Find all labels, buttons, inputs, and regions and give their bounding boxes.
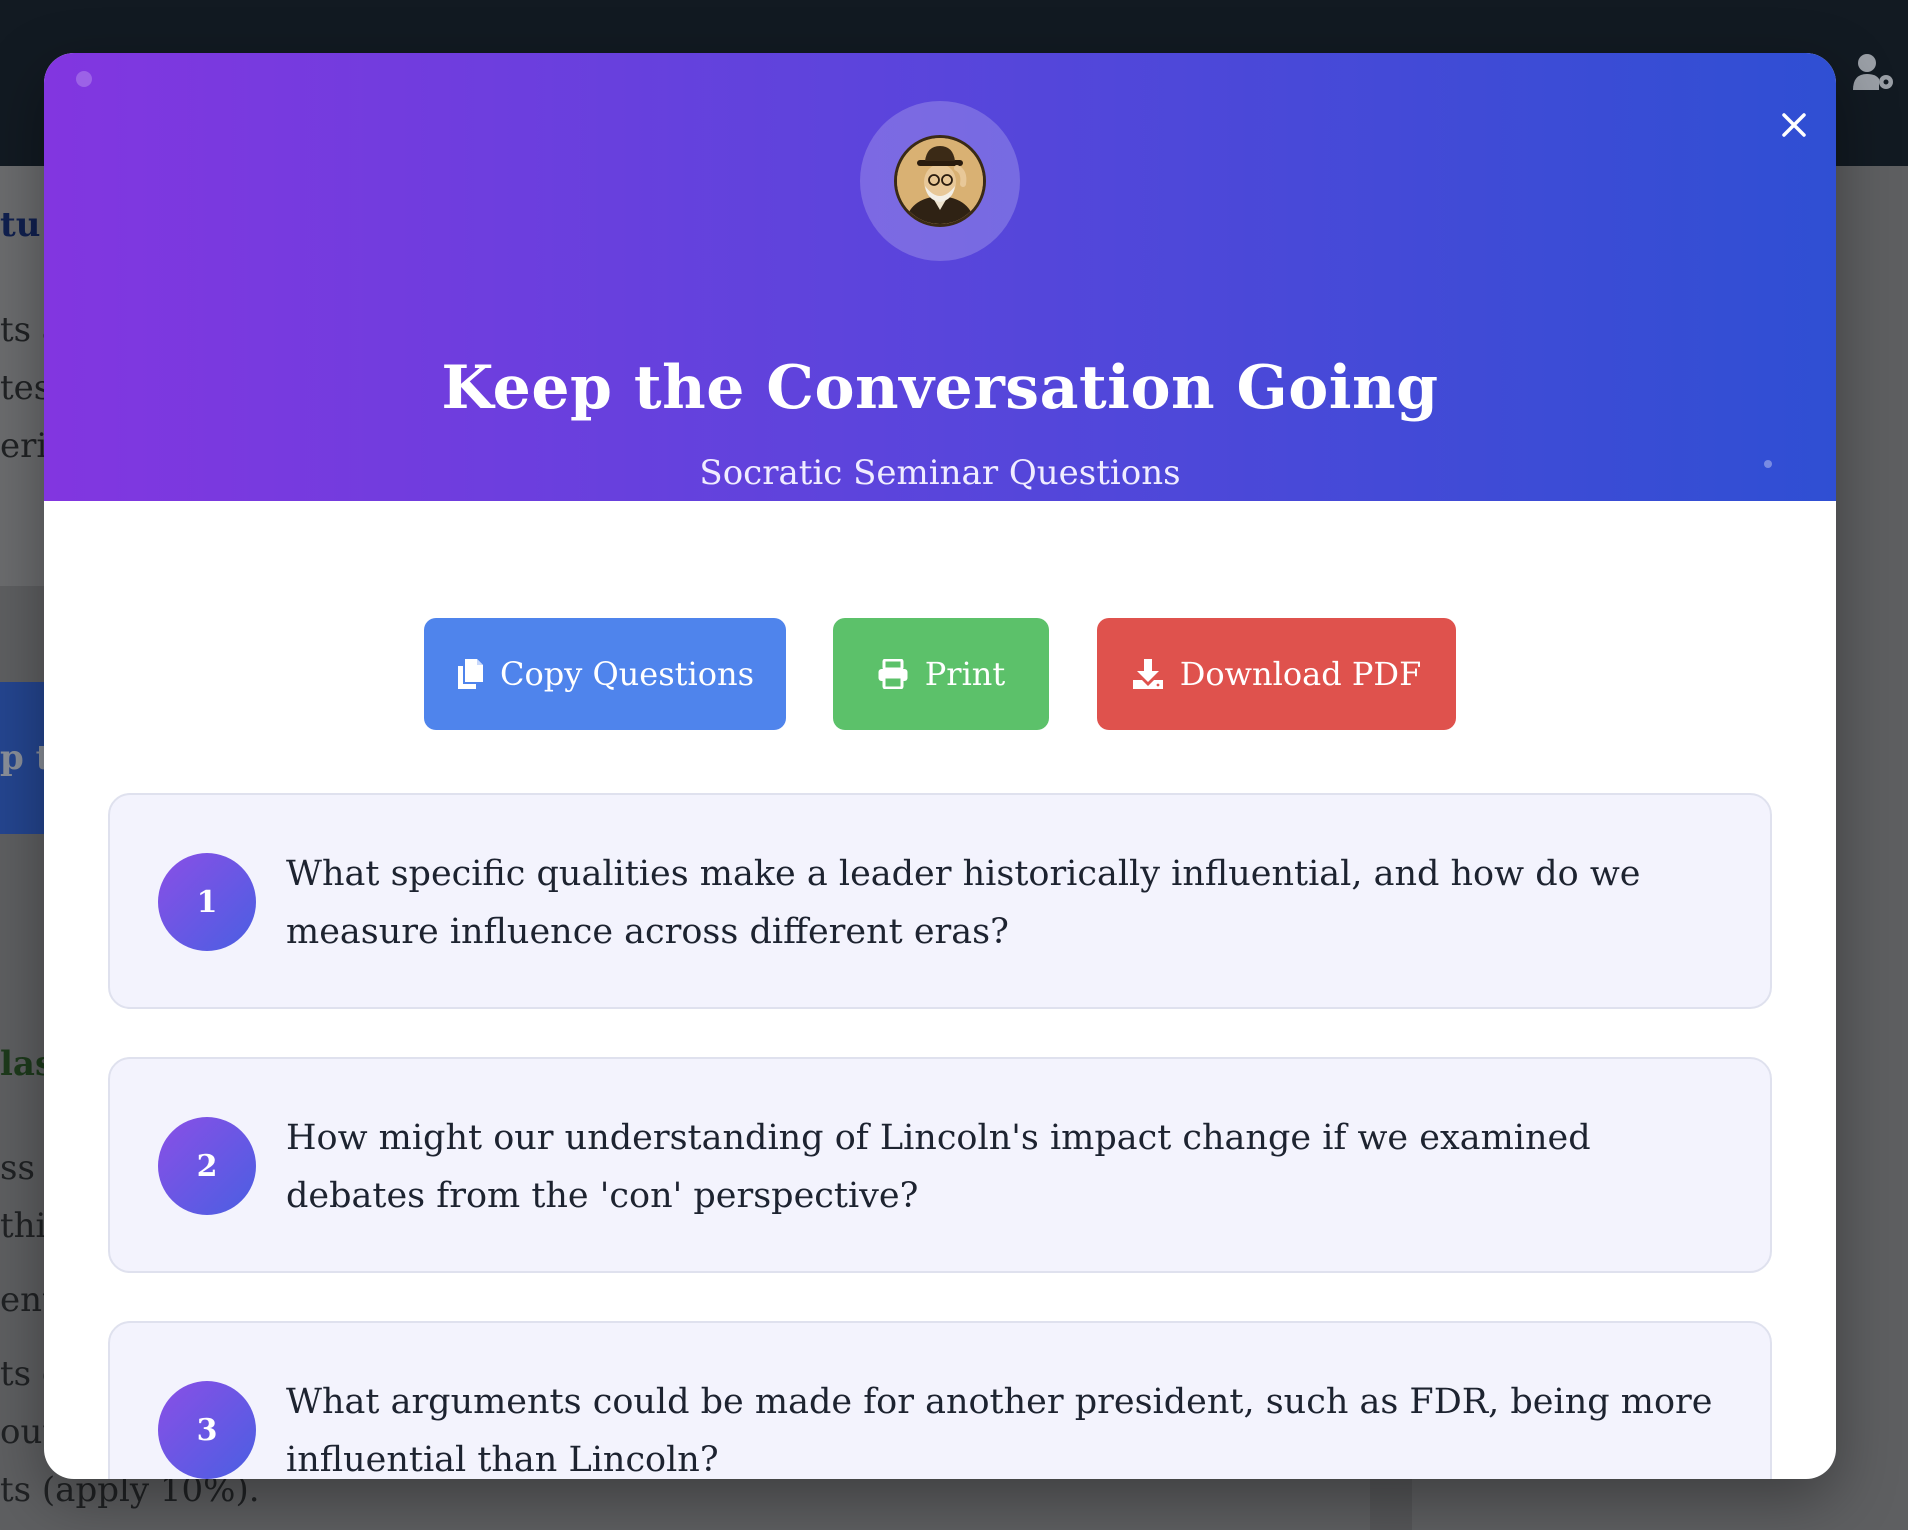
socratic-questions-modal: Keep the Conversation Going Socratic Sem… <box>44 53 1836 1479</box>
background-text: thi <box>0 1206 47 1246</box>
close-button[interactable] <box>1772 103 1816 147</box>
question-card: 1 What specific qualities make a leader … <box>108 793 1772 1009</box>
printer-icon <box>878 659 908 689</box>
download-pdf-label: Download PDF <box>1179 655 1422 693</box>
avatar-ring <box>860 101 1020 261</box>
question-text: What arguments could be made for another… <box>286 1382 1713 1479</box>
background-text: tu <box>0 205 41 245</box>
user-gear-icon[interactable] <box>1852 52 1896 92</box>
modal-title: Keep the Conversation Going <box>441 353 1439 423</box>
print-label: Print <box>924 655 1006 693</box>
action-bar: Copy Questions Print Download PDF <box>44 618 1836 730</box>
copy-icon <box>457 659 483 689</box>
question-number-badge: 2 <box>158 1117 256 1215</box>
print-button[interactable]: Print <box>833 618 1049 730</box>
avatar <box>894 135 986 227</box>
question-number-badge: 3 <box>158 1381 256 1479</box>
download-pdf-button[interactable]: Download PDF <box>1097 618 1456 730</box>
modal-header: Keep the Conversation Going Socratic Sem… <box>44 53 1836 501</box>
download-icon <box>1132 659 1163 689</box>
copy-questions-label: Copy Questions <box>499 655 755 693</box>
copy-questions-button[interactable]: Copy Questions <box>424 618 786 730</box>
question-card: 3 What arguments could be made for anoth… <box>108 1321 1772 1479</box>
decorative-dot <box>76 71 92 87</box>
question-text: How might our understanding of Lincoln's… <box>286 1118 1591 1216</box>
close-icon <box>1782 113 1806 137</box>
question-text: What specific qualities make a leader hi… <box>286 854 1641 952</box>
modal-subtitle: Socratic Seminar Questions <box>699 453 1181 493</box>
question-card: 2 How might our understanding of Lincoln… <box>108 1057 1772 1273</box>
question-number-badge: 1 <box>158 853 256 951</box>
